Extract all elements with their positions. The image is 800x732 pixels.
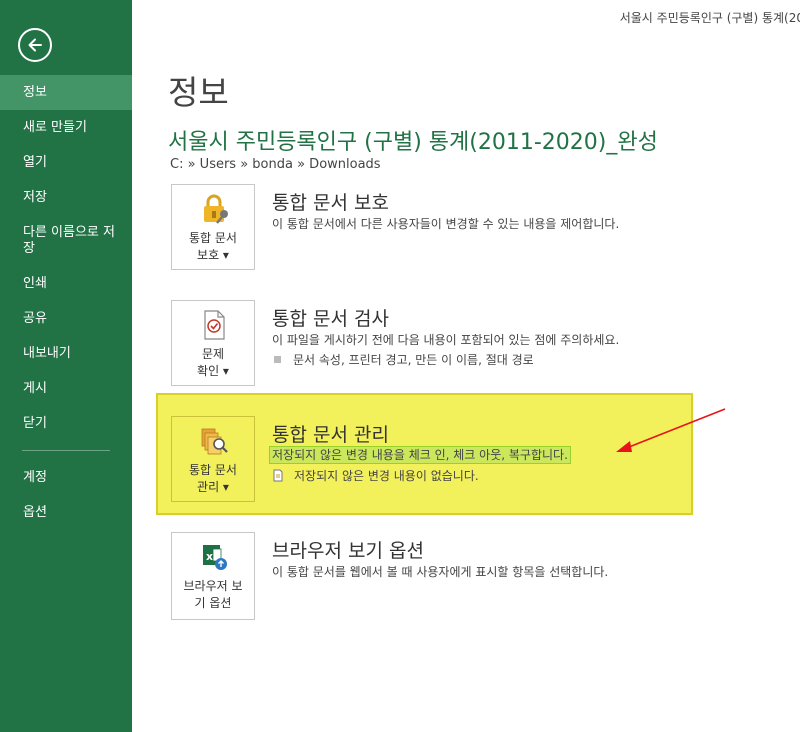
manage-workbook-label-line2: 관리 ▾ bbox=[197, 480, 229, 494]
svg-text:x: x bbox=[206, 550, 213, 563]
browser-view-options-label-line1: 브라우저 보 bbox=[183, 579, 243, 593]
sidebar-item-info[interactable]: 정보 bbox=[0, 75, 132, 110]
browser-view-options-icon: x bbox=[203, 545, 227, 570]
sidebar-item-open[interactable]: 열기 bbox=[0, 145, 132, 180]
protect-workbook-button[interactable]: 통합 문서 보호 ▾ bbox=[171, 184, 255, 270]
lock-key-icon bbox=[204, 194, 228, 224]
manage-workbook-label-line1: 통합 문서 bbox=[189, 463, 237, 477]
sidebar-item-save[interactable]: 저장 bbox=[0, 180, 132, 215]
manage-workbook-description-highlight: 저장되지 않은 변경 내용을 체크 인, 체크 아웃, 복구합니다. bbox=[269, 446, 571, 464]
protect-workbook-description: 이 통합 문서에서 다른 사용자들이 변경할 수 있는 내용을 제어합니다. bbox=[272, 217, 620, 231]
browser-view-options-label-line2: 기 옵션 bbox=[194, 596, 232, 610]
window-title: 서울시 주민등록인구 (구별) 통계(20 bbox=[619, 11, 800, 25]
manage-workbook-icon bbox=[201, 428, 228, 455]
red-arrow-annotation-icon bbox=[616, 408, 726, 452]
manage-workbook-note-text: 저장되지 않은 변경 내용이 없습니다. bbox=[294, 469, 479, 483]
sidebar-item-save-as[interactable]: 다른 이름으로 저장 bbox=[0, 215, 132, 266]
browser-view-options-description: 이 통합 문서를 웹에서 볼 때 사용자에게 표시할 항목을 선택합니다. bbox=[272, 565, 609, 579]
manage-workbook-note: 저장되지 않은 변경 내용이 없습니다. bbox=[272, 467, 479, 484]
back-arrow-circle-icon[interactable] bbox=[18, 28, 52, 62]
sidebar-item-publish[interactable]: 게시 bbox=[0, 371, 132, 406]
sidebar-item-account[interactable]: 계정 bbox=[0, 460, 132, 495]
sidebar-item-share[interactable]: 공유 bbox=[0, 301, 132, 336]
check-for-issues-button[interactable]: 문제 확인 ▾ bbox=[171, 300, 255, 386]
inspect-workbook-heading: 통합 문서 검사 bbox=[272, 308, 389, 330]
inspect-document-icon bbox=[204, 310, 225, 340]
sidebar-item-new[interactable]: 새로 만들기 bbox=[0, 110, 132, 145]
inspect-workbook-description: 이 파일을 게시하기 전에 다음 내용이 포함되어 있는 점에 주의하세요. bbox=[272, 333, 620, 347]
manage-workbook-heading: 통합 문서 관리 bbox=[272, 424, 389, 446]
sidebar-nav: 정보 새로 만들기 열기 저장 다른 이름으로 저장 인쇄 공유 내보내기 게시… bbox=[0, 75, 132, 530]
sidebar-divider bbox=[22, 450, 110, 451]
protect-workbook-section: 통합 문서 보호 ▾ 통합 문서 보호 이 통합 문서에서 다른 사용자들이 변… bbox=[158, 184, 692, 274]
protect-workbook-heading: 통합 문서 보호 bbox=[272, 192, 389, 214]
sidebar-item-close[interactable]: 닫기 bbox=[0, 406, 132, 441]
protect-workbook-label-line2: 보호 ▾ bbox=[197, 248, 229, 262]
bullet-square-icon bbox=[274, 356, 281, 363]
manage-workbook-button[interactable]: 통합 문서 관리 ▾ bbox=[171, 416, 255, 502]
protect-workbook-label-line1: 통합 문서 bbox=[189, 231, 237, 245]
inspect-workbook-bullet-text: 문서 속성, 프린터 경고, 만든 이 이름, 절대 경로 bbox=[293, 353, 534, 367]
inspect-workbook-section: 문제 확인 ▾ 통합 문서 검사 이 파일을 게시하기 전에 다음 내용이 포함… bbox=[158, 300, 692, 390]
sidebar-item-print[interactable]: 인쇄 bbox=[0, 266, 132, 301]
sidebar-item-export[interactable]: 내보내기 bbox=[0, 336, 132, 371]
check-for-issues-label-line1: 문제 bbox=[201, 347, 225, 361]
document-note-icon bbox=[273, 469, 283, 482]
browser-view-options-heading: 브라우저 보기 옵션 bbox=[272, 540, 424, 562]
document-path: C: » Users » bonda » Downloads bbox=[170, 157, 381, 172]
check-for-issues-label-line2: 확인 ▾ bbox=[197, 364, 229, 378]
browser-view-options-button[interactable]: x 브라우저 보 기 옵션 bbox=[171, 532, 255, 620]
manage-workbook-description: 저장되지 않은 변경 내용을 체크 인, 체크 아웃, 복구합니다. bbox=[269, 446, 571, 464]
browser-view-options-section: x 브라우저 보 기 옵션 브라우저 보기 옵션 이 통합 문서를 웹에서 볼 … bbox=[158, 532, 692, 622]
inspect-workbook-bullet: 문서 속성, 프린터 경고, 만든 이 이름, 절대 경로 bbox=[274, 351, 534, 368]
document-title: 서울시 주민등록인구 (구별) 통계(2011-2020)_완성 bbox=[168, 130, 658, 155]
page-title: 정보 bbox=[168, 73, 229, 112]
backstage-sidebar: 정보 새로 만들기 열기 저장 다른 이름으로 저장 인쇄 공유 내보내기 게시… bbox=[0, 0, 132, 732]
sidebar-item-options[interactable]: 옵션 bbox=[0, 495, 132, 530]
